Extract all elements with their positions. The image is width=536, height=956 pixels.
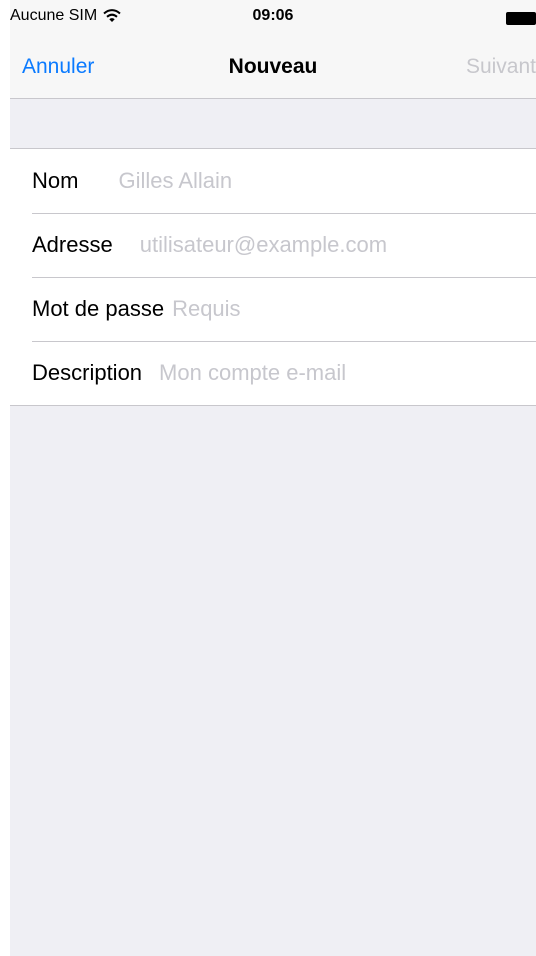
- nav-title: Nouveau: [228, 55, 318, 78]
- form-row-password[interactable]: Mot de passe: [10, 277, 536, 341]
- mail-account-screen: Aucune SIM 09:06 Annuler Nouveau Suivant…: [10, 0, 536, 956]
- description-field[interactable]: [159, 360, 536, 386]
- password-field[interactable]: [172, 296, 536, 322]
- next-button[interactable]: Suivant: [466, 55, 536, 79]
- battery-icon: [506, 12, 536, 25]
- name-field[interactable]: [118, 168, 536, 194]
- status-time: 09:06: [252, 7, 294, 24]
- top-bar: Aucune SIM 09:06 Annuler Nouveau Suivant: [10, 0, 536, 99]
- form-row-address[interactable]: Adresse: [10, 213, 536, 277]
- password-label: Mot de passe: [32, 296, 165, 321]
- form-row-name[interactable]: Nom: [10, 149, 536, 213]
- account-form: Nom Adresse Mot de passe Description: [10, 148, 536, 406]
- form-row-description[interactable]: Description: [10, 341, 536, 405]
- name-label: Nom: [32, 168, 79, 193]
- address-label: Adresse: [32, 232, 113, 257]
- description-label: Description: [32, 360, 143, 385]
- email-field[interactable]: [139, 232, 536, 258]
